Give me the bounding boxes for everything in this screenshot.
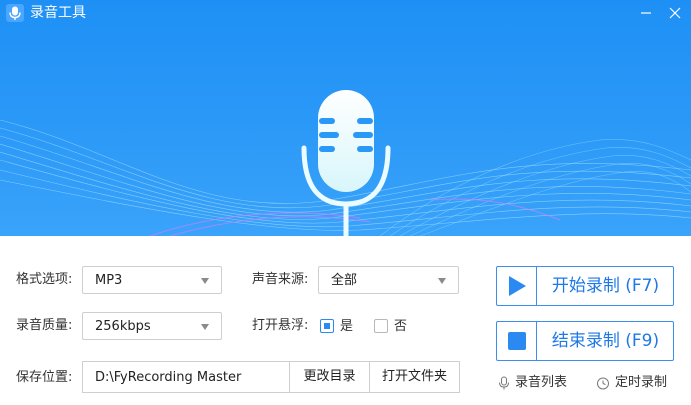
source-value: 全部 [331, 273, 358, 288]
play-icon [509, 276, 526, 296]
start-recording-button[interactable]: 开始录制 (F7) [496, 266, 674, 306]
float-yes-checkbox[interactable] [320, 319, 334, 333]
recording-list-link[interactable]: 录音列表 [515, 374, 567, 392]
format-value: MP3 [95, 273, 123, 288]
stop-recording-label: 结束录制 (F9) [551, 331, 660, 351]
chevron-down-icon [438, 278, 446, 284]
source-label: 声音来源: [252, 272, 309, 287]
float-label: 打开悬浮: [252, 318, 309, 333]
stop-recording-button[interactable]: 结束录制 (F9) [496, 321, 674, 361]
chevron-down-icon [201, 324, 209, 330]
save-location-label: 保存位置: [16, 370, 73, 385]
chevron-down-icon [201, 278, 209, 284]
source-select[interactable]: 全部 [318, 266, 459, 294]
minimize-icon[interactable] [636, 3, 658, 23]
title-bar: 录音工具 [0, 0, 691, 26]
float-no-checkbox[interactable] [374, 319, 388, 333]
header-banner: 录音工具 [0, 0, 691, 236]
save-path-value: D:\FyRecording Master [95, 370, 242, 385]
microphone-icon [301, 90, 391, 236]
change-directory-button[interactable]: 更改目录 [289, 362, 369, 392]
format-label: 格式选项: [16, 272, 73, 287]
float-no-label[interactable]: 否 [394, 318, 407, 336]
quality-label: 录音质量: [16, 318, 73, 333]
close-icon[interactable] [664, 3, 686, 23]
clock-icon [597, 377, 609, 390]
quality-value: 256kbps [95, 319, 151, 334]
save-path-field: D:\FyRecording Master 更改目录 打开文件夹 [82, 361, 460, 393]
scheduled-recording-link[interactable]: 定时录制 [615, 374, 667, 392]
stop-icon [508, 332, 526, 350]
format-select[interactable]: MP3 [82, 266, 222, 294]
window-title: 录音工具 [30, 5, 86, 21]
quality-select[interactable]: 256kbps [82, 312, 222, 340]
open-folder-button[interactable]: 打开文件夹 [369, 362, 459, 392]
start-recording-label: 开始录制 (F7) [551, 276, 660, 296]
microphone-small-icon [499, 376, 509, 390]
float-yes-label[interactable]: 是 [340, 318, 353, 336]
microphone-logo-icon [6, 4, 24, 22]
